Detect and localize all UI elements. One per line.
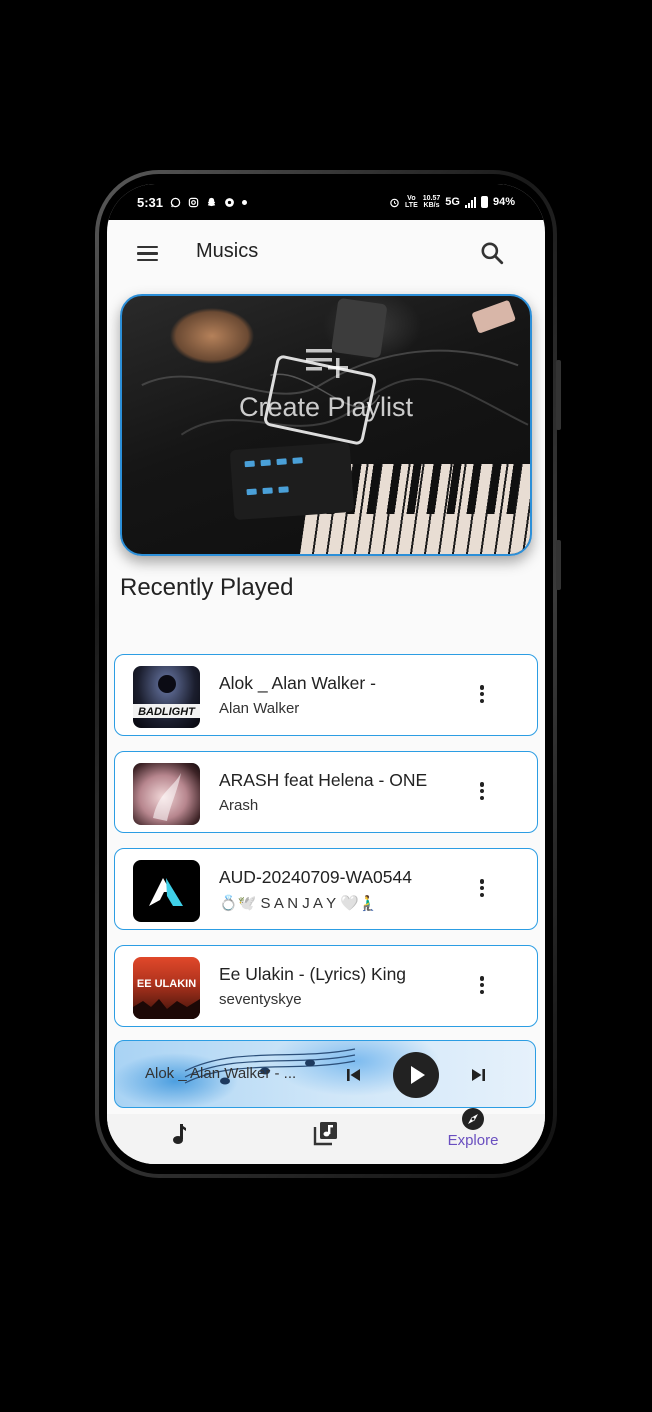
notification-dot-icon [242, 199, 248, 205]
thumbnail-text: EE ULAKIN [137, 978, 196, 990]
power-button [556, 540, 561, 590]
more-options-icon[interactable] [475, 683, 489, 707]
settings-gear-icon [225, 197, 234, 207]
network-speed-unit: KB/s [423, 202, 440, 209]
nav-songs[interactable] [119, 1114, 239, 1164]
play-icon [411, 1066, 425, 1084]
app-logo-cover-art [149, 878, 183, 906]
network-speed: 10.57 [422, 195, 441, 202]
alarm-icon [390, 198, 399, 207]
song-item-3[interactable]: AUD-20240709-WA0544 💍🕊️ S A N J A Y 🤍🧎‍♂… [114, 848, 538, 930]
skip-previous-icon[interactable] [344, 1065, 364, 1085]
song-item-4[interactable]: EE ULAKIN Ee Ulakin - (Lyrics) King seve… [114, 945, 538, 1027]
search-icon[interactable] [479, 240, 505, 266]
app-bar: Musics [107, 220, 545, 284]
song-artist: 💍🕊️ S A N J A Y 🤍🧎‍♂️ [219, 895, 378, 912]
volte-icon: Vo LTE [405, 195, 418, 209]
library-music-icon [313, 1122, 337, 1146]
song-title: Alok _ Alan Walker - [219, 673, 376, 693]
signal-icon [464, 196, 476, 208]
song-thumbnail [133, 860, 200, 922]
song-item-2[interactable]: ARASH feat Helena - ONE Arash [114, 751, 538, 833]
banner-wires-image [141, 298, 529, 445]
status-bar: 5:31 Vo LTE 10.57 KB/s 5G 94% [107, 184, 545, 220]
song-thumbnail [133, 763, 200, 825]
recently-played-heading: Recently Played [120, 574, 294, 601]
compass-icon [462, 1108, 484, 1130]
create-playlist-label: Create Playlist [238, 392, 414, 422]
ee-ulakin-cover-art: EE ULAKIN [133, 978, 200, 1019]
nav-library[interactable] [266, 1114, 386, 1164]
page-title: Musics [196, 240, 259, 262]
bottom-navigation: Explore [107, 1108, 545, 1164]
battery-level: 94% [492, 196, 515, 208]
song-artist: Arash [219, 797, 259, 814]
badlight-cover-art: BADLIGHT [133, 675, 200, 718]
play-button[interactable] [393, 1052, 439, 1098]
more-options-icon[interactable] [475, 877, 489, 901]
status-time: 5:31 [137, 194, 164, 210]
song-artist: seventyskye [219, 991, 302, 1008]
phone-frame: 5:31 Vo LTE 10.57 KB/s 5G 94% Musics Cre… [95, 170, 561, 1178]
whatsapp-icon [170, 197, 181, 207]
battery-icon [480, 196, 488, 208]
create-playlist-banner[interactable]: Create Playlist [120, 294, 532, 556]
menu-icon[interactable] [137, 242, 165, 266]
song-artist: Alan Walker [219, 700, 300, 717]
more-options-icon[interactable] [475, 974, 489, 998]
playlist-add-icon [306, 349, 348, 378]
nav-explore[interactable]: Explore [413, 1108, 533, 1164]
nav-explore-label: Explore [447, 1132, 499, 1149]
mini-player[interactable]: Alok _ Alan Walker - ... [114, 1040, 536, 1108]
volume-button [556, 360, 561, 430]
skip-next-icon[interactable] [468, 1065, 488, 1085]
song-thumbnail: EE ULAKIN [133, 957, 200, 1019]
one-cover-art [153, 773, 181, 821]
network-type: 5G [445, 196, 460, 208]
song-title: AUD-20240709-WA0544 [219, 867, 412, 887]
song-item-1[interactable]: BADLIGHT Alok _ Alan Walker - Alan Walke… [114, 654, 538, 736]
app-screen: 5:31 Vo LTE 10.57 KB/s 5G 94% Musics Cre… [107, 184, 545, 1164]
music-note-icon [173, 1124, 186, 1144]
more-options-icon[interactable] [475, 780, 489, 804]
now-playing-title: Alok _ Alan Walker - ... [145, 1065, 297, 1082]
song-title: Ee Ulakin - (Lyrics) King [219, 964, 407, 984]
snapchat-icon [207, 197, 216, 206]
thumbnail-text: BADLIGHT [138, 706, 196, 718]
song-title: ARASH feat Helena - ONE [219, 770, 428, 790]
instagram-icon [188, 197, 199, 207]
song-thumbnail: BADLIGHT [133, 666, 200, 728]
